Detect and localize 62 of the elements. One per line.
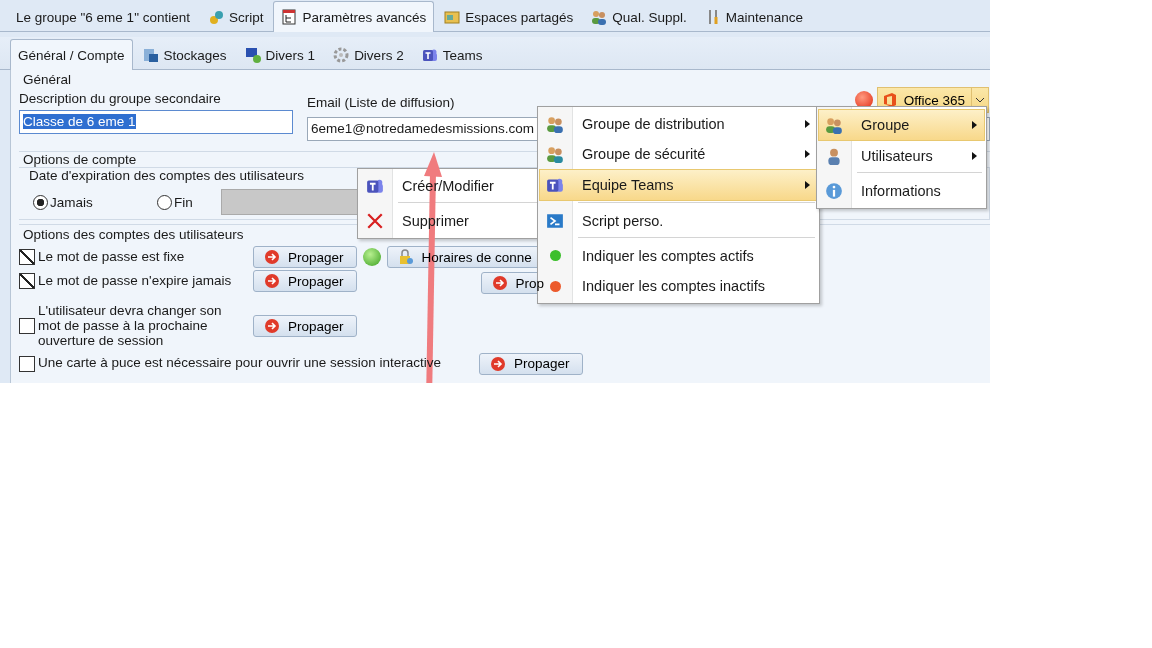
menu-item[interactable]: Groupe de sécurité xyxy=(540,139,817,169)
arrow-right-icon xyxy=(264,273,280,289)
folder-icon xyxy=(444,9,461,25)
user-icon xyxy=(825,147,843,165)
arrow-right-icon xyxy=(490,355,506,372)
terminal-icon xyxy=(546,211,564,230)
tab[interactable]: Général / Compte xyxy=(10,39,133,70)
people-icon xyxy=(546,115,564,133)
tab[interactable]: Espaces partagés xyxy=(436,2,582,31)
delete-icon xyxy=(366,211,384,230)
group-title: Date d'expiration des comptes des utilisateurs xyxy=(28,168,305,183)
tree-document-icon xyxy=(281,9,298,25)
status-dot-icon xyxy=(362,248,381,266)
checkbox-option[interactable]: Le mot de passe n'expire jamais xyxy=(19,273,247,289)
lock-icon xyxy=(397,249,414,265)
people-icon xyxy=(591,9,608,25)
tab[interactable]: Le groupe "6 eme 1" contient xyxy=(8,2,198,31)
menu-item[interactable]: Equipe Teams xyxy=(539,169,818,201)
people-icon xyxy=(825,116,843,134)
propagate-button[interactable]: Propager xyxy=(253,270,357,292)
teams-icon xyxy=(546,176,564,194)
submenu-arrow-icon xyxy=(805,181,811,189)
tab[interactable]: Stockages xyxy=(134,40,235,69)
tab[interactable]: Paramètres avancés xyxy=(273,1,435,32)
description-field[interactable]: Classe de 6 eme 1 xyxy=(19,110,293,134)
disk-icon xyxy=(142,47,159,63)
tab[interactable]: Qual. Suppl. xyxy=(583,2,695,31)
arrow-right-icon xyxy=(264,318,280,335)
propagate-button[interactable]: Propager xyxy=(479,352,583,375)
submenu-arrow-icon xyxy=(805,150,811,158)
teams-icon xyxy=(366,177,384,195)
info-icon xyxy=(825,181,843,200)
menu-item[interactable]: Utilisateurs xyxy=(819,141,984,171)
field-label: Description du groupe secondaire xyxy=(19,91,222,106)
tab[interactable]: Divers 2 xyxy=(325,40,412,69)
arrow-right-icon xyxy=(264,249,280,265)
submenu-arrow-icon xyxy=(972,121,978,129)
checkbox-option[interactable]: Le mot de passe est fixe xyxy=(19,249,247,265)
arrow-right-icon xyxy=(491,275,508,291)
submenu-arrow-icon xyxy=(805,120,811,128)
propagate-button[interactable]: Propager xyxy=(253,315,357,338)
radio-option[interactable]: Jamais xyxy=(33,194,157,210)
menu-item[interactable]: Groupe de distribution xyxy=(540,109,817,139)
monitor-icon xyxy=(244,47,261,63)
propagate-button[interactable]: Propager xyxy=(253,246,357,268)
tab[interactable]: Divers 1 xyxy=(236,40,324,69)
checkbox-option[interactable]: L'utilisateur devra changer son mot de passe à la prochaine ouverture de session xyxy=(19,304,247,349)
radio-option[interactable]: Fin xyxy=(157,194,221,210)
tab[interactable]: Maintenance xyxy=(696,2,811,31)
tab[interactable]: Script xyxy=(199,2,272,31)
group-title: Général xyxy=(22,72,73,87)
submenu-arrow-icon xyxy=(972,152,978,160)
group-title: Options de compte xyxy=(22,152,138,167)
gears-icon xyxy=(207,9,224,25)
tab[interactable]: Teams xyxy=(413,40,491,69)
office-icon xyxy=(881,92,898,108)
field-label: Email (Liste de diffusion) xyxy=(307,93,456,110)
menu-item[interactable]: Groupe xyxy=(818,109,985,141)
gear-icon xyxy=(333,47,350,63)
people-icon xyxy=(546,145,564,163)
group-title: Options des comptes des utilisateurs xyxy=(22,227,245,242)
teams-icon xyxy=(421,47,438,63)
